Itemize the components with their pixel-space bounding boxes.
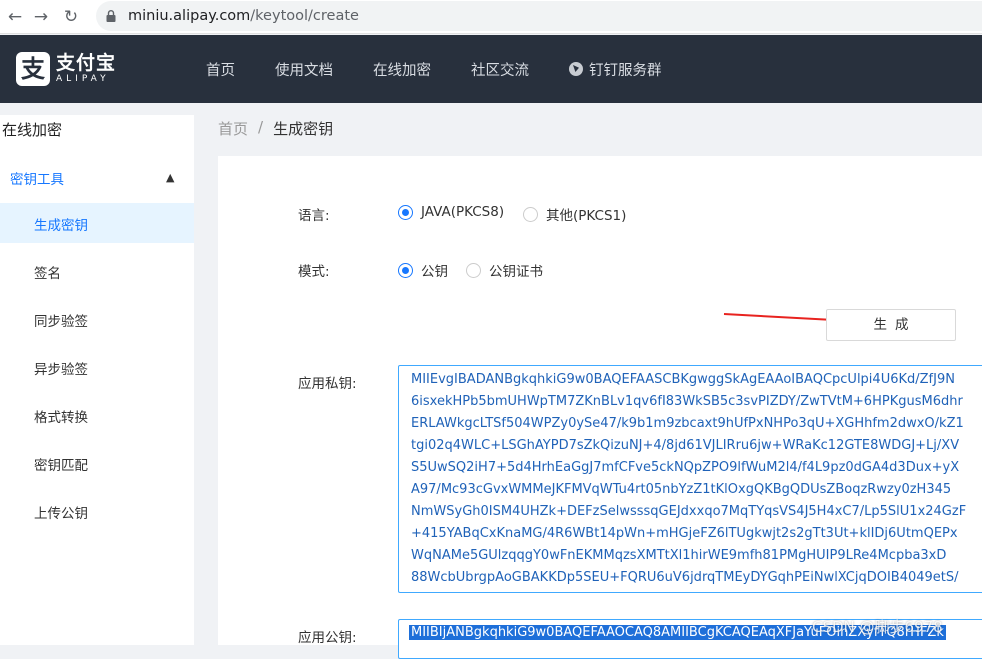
sidebar-item-sign[interactable]: 签名: [0, 251, 194, 291]
radio-label: 其他(PKCS1): [546, 208, 627, 224]
nav-dingtalk-label: 钉钉服务群: [589, 62, 662, 79]
sidebar-item-label: 格式转换: [34, 410, 88, 426]
dingtalk-icon: [569, 62, 583, 76]
radio-label: JAVA(PKCS8): [421, 204, 505, 220]
private-key-textarea[interactable]: MIIEvgIBADANBgkqhkiG9w0BAQEFAASCBKgwggSk…: [398, 365, 982, 593]
logo-mark: 支: [16, 52, 50, 86]
sidebar-group-key-tools[interactable]: 密钥工具 ▲: [0, 155, 194, 197]
nav-dingtalk-group[interactable]: 钉钉服务群: [569, 59, 662, 80]
radio-unchecked-icon: [523, 206, 538, 222]
private-key-line: S5UwSQ2iH7+5d4HrhEaGgJ7mfCFve5ckNQpZPO9l…: [411, 460, 960, 475]
nav-online-encrypt[interactable]: 在线加密: [373, 59, 431, 80]
radio-checked-icon: [398, 204, 413, 220]
sidebar-item-label: 异步验签: [34, 362, 88, 378]
private-key-line: WqNAMe5GUlzqqgY0wFnEKMMqzsXMTtXl1hirWE9m…: [411, 548, 947, 563]
address-bar[interactable]: miniu.alipay.com/keytool/create: [96, 1, 982, 31]
sidebar-item-generate-key[interactable]: 生成密钥: [0, 203, 194, 243]
private-key-line: A97/Mc93cGvxWMMeJKFMVqWTu4rt05nbYzZ1tKlO…: [411, 482, 952, 497]
public-key-label: 应用公钥:: [298, 630, 357, 646]
back-icon[interactable]: ←: [4, 6, 26, 28]
logo-text: 支付宝 ALIPAY: [56, 53, 116, 85]
watermark: CSDN @脚步6978: [812, 618, 943, 636]
browser-toolbar: ← → ↻ miniu.alipay.com/keytool/create: [0, 0, 982, 34]
sidebar-item-label: 生成密钥: [34, 218, 88, 234]
url-path: /keytool/create: [250, 8, 359, 24]
sidebar-item-key-match[interactable]: 密钥匹配: [0, 443, 194, 483]
private-key-line: 6isxekHPb5bmUHWpTM7ZKnBLv1qv6fI83WkSB5c3…: [411, 394, 963, 409]
private-key-label: 应用私钥:: [298, 376, 357, 392]
nav-docs[interactable]: 使用文档: [275, 59, 333, 80]
private-key-line: ERLAWkgcLTSf504WPZy0ySe47/k9b1m9zbcaxt9h…: [411, 416, 964, 431]
language-label: 语言:: [298, 208, 330, 224]
generate-button[interactable]: 生成: [826, 309, 956, 341]
sidebar-item-label: 签名: [34, 266, 61, 282]
radio-label: 公钥: [421, 264, 448, 280]
breadcrumb-current: 生成密钥: [273, 120, 334, 138]
logo-en: ALIPAY: [56, 74, 110, 84]
app-header: 支 支付宝 ALIPAY 首页 使用文档 在线加密 社区交流 钉钉服务群: [0, 35, 982, 103]
sidebar-title: 在线加密: [2, 121, 63, 139]
private-key-line: tgi02q4WLC+LSGhAYPD7sZkQizuNJ+4/8jd61VJL…: [411, 438, 960, 453]
url-text: miniu.alipay.com/keytool/create: [128, 8, 359, 24]
url-host: miniu.alipay.com: [128, 8, 251, 24]
sidebar-item-sync-verify[interactable]: 同步验签: [0, 299, 194, 339]
private-key-line: +415YABqCxKnaMG/4R6WBt14pWn+mHGjeFZ6lTUg…: [411, 526, 958, 541]
reload-icon[interactable]: ↻: [60, 6, 82, 28]
radio-java-pkcs8[interactable]: JAVA(PKCS8): [398, 204, 504, 220]
chevron-up-icon: ▲: [166, 171, 175, 184]
logo-cn: 支付宝: [56, 52, 117, 74]
breadcrumb-separator: /: [258, 118, 264, 136]
nav-community[interactable]: 社区交流: [471, 59, 529, 80]
breadcrumb-home[interactable]: 首页: [218, 118, 248, 139]
radio-unchecked-icon: [466, 262, 481, 278]
sidebar-item-label: 密钥匹配: [34, 458, 88, 474]
lock-icon: [106, 10, 116, 22]
breadcrumb: 首页 / 生成密钥: [218, 118, 333, 139]
alipay-logo[interactable]: 支 支付宝 ALIPAY: [16, 52, 116, 86]
sidebar-item-upload-public-key[interactable]: 上传公钥: [0, 491, 194, 531]
radio-public-key[interactable]: 公钥: [398, 260, 448, 280]
sidebar-item-async-verify[interactable]: 异步验签: [0, 347, 194, 387]
sidebar-group-label: 密钥工具: [10, 172, 64, 188]
radio-label: 公钥证书: [489, 264, 543, 280]
private-key-line: 88WcbUbrgpAoGBAKKDp5SEU+FQRU6uV6jdrqTMEy…: [411, 570, 959, 585]
sidebar: 在线加密 密钥工具 ▲ 生成密钥 签名 同步验签 异步验签 格式转换 密钥匹配 …: [0, 115, 194, 645]
sidebar-item-format-convert[interactable]: 格式转换: [0, 395, 194, 435]
private-key-line: NmWSyGh0ISM4UHZk+DEFzSelwsssqGEJdxxqo7Mq…: [411, 504, 967, 519]
radio-checked-icon: [398, 262, 413, 278]
radio-public-key-cert[interactable]: 公钥证书: [466, 260, 543, 280]
top-nav: 首页 使用文档 在线加密 社区交流 钉钉服务群: [206, 35, 702, 103]
forward-icon[interactable]: →: [30, 6, 52, 28]
nav-home[interactable]: 首页: [206, 59, 235, 80]
sidebar-item-label: 上传公钥: [34, 506, 88, 522]
radio-other-pkcs1[interactable]: 其他(PKCS1): [523, 204, 626, 224]
private-key-line: MIIEvgIBADANBgkqhkiG9w0BAQEFAASCBKgwggSk…: [411, 372, 955, 387]
mode-label: 模式:: [298, 264, 330, 280]
sidebar-item-label: 同步验签: [34, 314, 88, 330]
